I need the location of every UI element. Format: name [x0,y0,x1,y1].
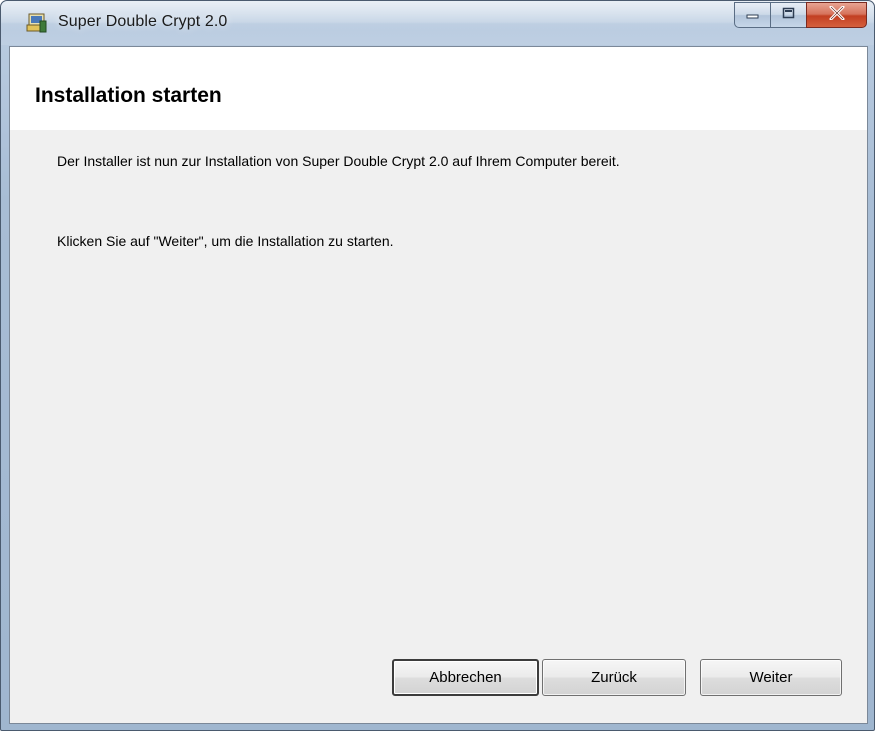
cancel-button[interactable]: Abbrechen [392,659,539,696]
maximize-icon [782,6,796,24]
installer-app-icon [26,12,48,34]
close-button[interactable] [806,2,867,28]
page-title: Installation starten [35,84,222,107]
minimize-button[interactable] [734,2,770,28]
instruction-message: Klicken Sie auf "Weiter", um die Install… [57,233,394,249]
installer-window: Super Double Crypt 2.0 Installation star… [0,0,875,731]
ready-message: Der Installer ist nun zur Installation v… [57,153,620,169]
caption-buttons [734,2,867,29]
close-icon [829,5,845,25]
next-button[interactable]: Weiter [700,659,842,696]
back-button[interactable]: Zurück [542,659,686,696]
maximize-button[interactable] [770,2,806,28]
client-area: Installation starten Der Installer ist n… [9,46,868,724]
title-bar[interactable]: Super Double Crypt 2.0 [1,1,874,45]
header-band: Installation starten [10,47,867,130]
window-title: Super Double Crypt 2.0 [58,13,228,30]
minimize-icon [746,6,760,24]
